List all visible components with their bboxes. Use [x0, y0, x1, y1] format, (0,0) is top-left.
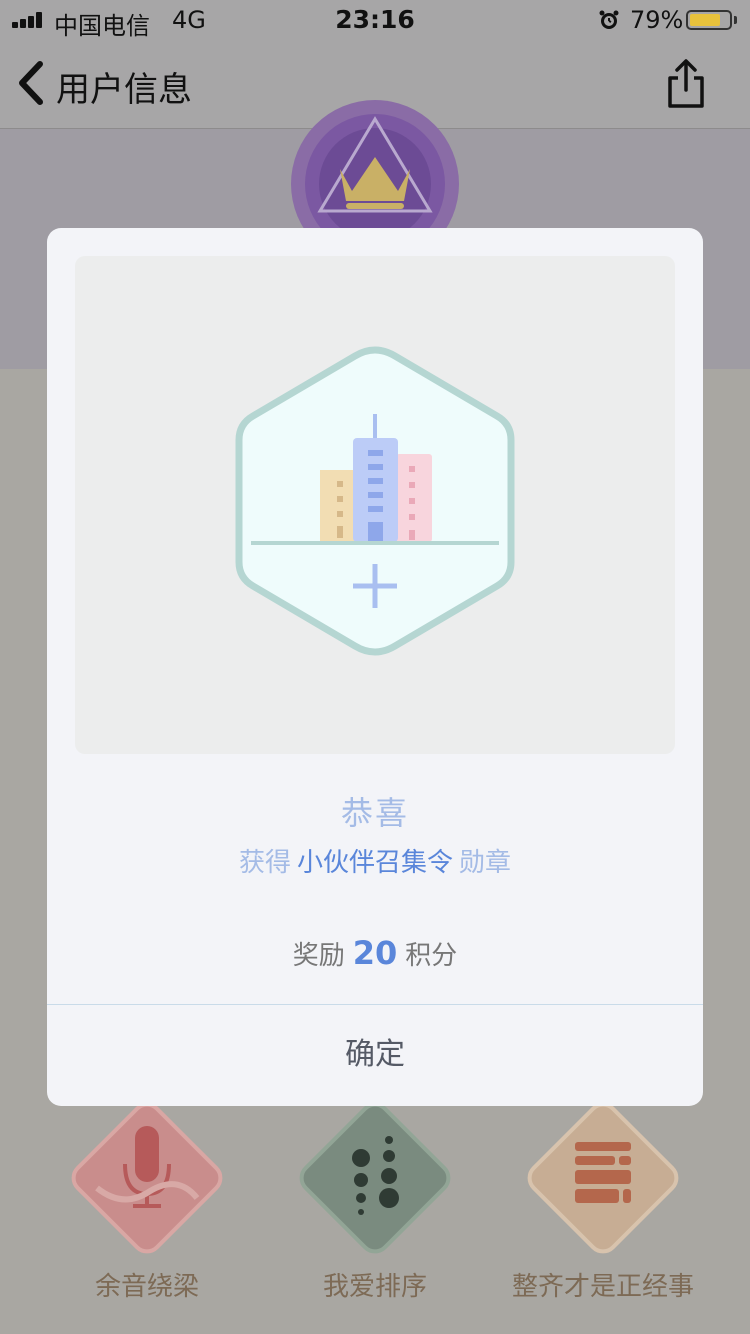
badge-award-dialog: 恭喜 获得 小伙伴召集令 勋章 奖励 20 积分 确定 [47, 228, 703, 1106]
reward-prefix: 奖励 [292, 941, 345, 971]
obtain-prefix: 获得 [238, 848, 291, 878]
screen: 中国电信 4G 23:16 79% 用户信息 余音绕梁 我爱排序 整齐才是正经事… [0, 0, 750, 1334]
reward-points: 20 [352, 934, 398, 972]
obtain-suffix: 勋章 [459, 848, 512, 878]
city-hexagon-badge-icon [235, 346, 515, 656]
reward-message: 奖励 20 积分 [47, 934, 703, 972]
confirm-button[interactable]: 确定 [47, 1005, 703, 1106]
obtain-message: 获得 小伙伴召集令 勋章 [47, 842, 703, 879]
badge-artwork-panel [75, 256, 675, 754]
reward-suffix: 积分 [405, 941, 458, 971]
congrats-title: 恭喜 [340, 794, 409, 832]
modal-overlay: 恭喜 获得 小伙伴召集令 勋章 奖励 20 积分 确定 [0, 0, 750, 1334]
medal-name: 小伙伴召集令 [296, 848, 453, 878]
